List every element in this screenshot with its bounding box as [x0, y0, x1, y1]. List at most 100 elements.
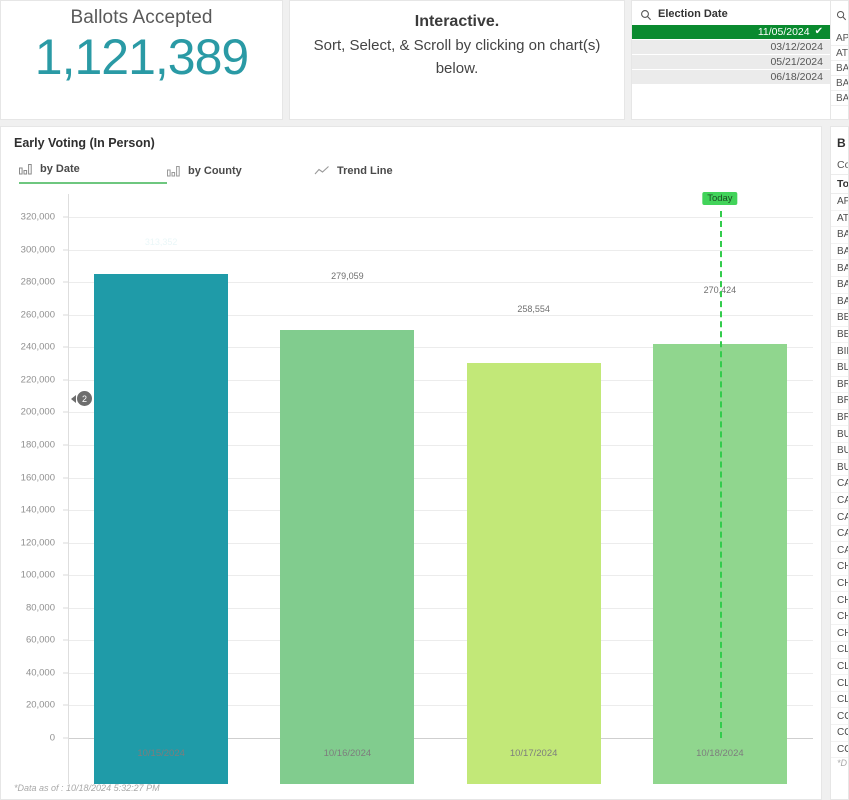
bar[interactable] [280, 329, 415, 784]
election-date-filter-title: Election Date [658, 8, 728, 20]
top-row: Ballots Accepted 1,121,389 Interactive. … [0, 0, 849, 122]
search-icon[interactable] [640, 8, 652, 21]
right-table-row[interactable]: BA [831, 260, 848, 277]
right-table-row[interactable]: CA [831, 493, 848, 510]
right-table-row[interactable]: CA [831, 509, 848, 526]
right-table-row[interactable]: CA [831, 542, 848, 560]
right-table-row[interactable]: CL [831, 692, 848, 709]
election-date-filter-header: Election Date [632, 1, 830, 25]
chart-panel-title: Early Voting (In Person) [14, 136, 155, 150]
right-filter-header [831, 1, 848, 31]
right-table-row[interactable]: CH [831, 576, 848, 593]
right-table-row[interactable]: BIE [831, 343, 848, 360]
today-badge: Today [702, 192, 738, 205]
bar[interactable] [466, 363, 601, 784]
y-axis-tick-label: 0 [49, 732, 55, 744]
right-table-row[interactable]: CL [831, 659, 848, 676]
check-icon: ✔ [814, 26, 823, 37]
right-table-row[interactable]: CO [831, 725, 848, 742]
right-table-row[interactable]: BU [831, 460, 848, 477]
right-filter-row[interactable]: BAI [831, 91, 848, 106]
right-table-row[interactable]: CL [831, 642, 848, 659]
kpi-card-ballots-accepted: Ballots Accepted 1,121,389 [0, 0, 283, 120]
bar-slot[interactable] [94, 230, 229, 784]
early-voting-chart-panel: Early Voting (In Person) by Date by Coun… [0, 126, 822, 800]
right-table-row[interactable]: BA [831, 244, 848, 261]
right-table-row[interactable]: BU [831, 426, 848, 443]
info-title: Interactive. [414, 13, 500, 30]
chart-footnote: *Data as of : 10/18/2024 5:32:27 PM [14, 783, 160, 793]
right-table-row[interactable]: BE [831, 310, 848, 327]
election-date-option-2[interactable]: 05/21/2024 [632, 55, 830, 70]
right-table-row[interactable]: CO [831, 708, 848, 725]
y-axis-tick-label: 20,000 [25, 699, 55, 711]
right-table-row[interactable]: BA [831, 227, 848, 244]
y-axis-tick-label: 300,000 [20, 244, 55, 256]
right-table-row-list[interactable]: APATIBABABABABABEBEBIEBLBRBRBRBUBUBUCACA… [831, 194, 848, 759]
right-table-row[interactable]: BE [831, 327, 848, 344]
y-axis-tick-label: 320,000 [20, 211, 55, 223]
right-table-footnote: *D [837, 758, 848, 769]
right-filter-row[interactable]: ATH [831, 46, 848, 61]
right-table-total-row: Tot [831, 175, 848, 194]
election-date-option-1[interactable]: 03/12/2024 [632, 40, 830, 55]
y-axis-tick-label: 200,000 [20, 406, 55, 418]
election-date-option-list[interactable]: 11/05/2024 ✔ 03/12/2024 05/21/2024 06/18… [632, 25, 830, 85]
election-date-option-0[interactable]: 11/05/2024 ✔ [632, 25, 830, 40]
y-axis-tick-label: 280,000 [20, 276, 55, 288]
line-chart-icon [314, 165, 330, 177]
y-axis-tick-label: 40,000 [25, 667, 55, 679]
right-table-row[interactable]: BA [831, 294, 848, 311]
right-table-row[interactable]: BR [831, 377, 848, 394]
right-table-column-county[interactable]: Co [831, 156, 848, 175]
right-table-row[interactable]: CA [831, 526, 848, 543]
election-date-option-3[interactable]: 06/18/2024 [632, 70, 830, 85]
tab-by-county[interactable]: by County [167, 165, 314, 184]
tab-by-date[interactable]: by Date [19, 163, 167, 184]
election-date-filter[interactable]: Election Date 11/05/2024 ✔ 03/12/2024 05… [631, 0, 831, 120]
bar[interactable] [94, 273, 229, 784]
right-table-row[interactable]: CL [831, 675, 848, 692]
right-table-row[interactable]: BA [831, 277, 848, 294]
bar-slot[interactable] [280, 230, 415, 784]
bar-chart-plot[interactable]: 2 0 20,000 40,000 60,000 80,000 100,000 120,00… [1, 184, 823, 784]
bar-series[interactable]: 313,352 279,059 258,554 270,424 [68, 184, 813, 784]
right-filter-row[interactable]: BAL [831, 76, 848, 91]
tab-trend-line[interactable]: Trend Line [314, 165, 393, 184]
y-axis-tick-label: 80,000 [25, 602, 55, 614]
search-icon[interactable] [836, 8, 847, 25]
right-table-row[interactable]: CH [831, 625, 848, 643]
right-county-filter-panel[interactable]: APPATHBACBALBAI [830, 0, 849, 120]
right-table-row[interactable]: CH [831, 592, 848, 609]
right-table-row[interactable]: CH [831, 559, 848, 576]
y-axis-tick-label: 160,000 [20, 472, 55, 483]
election-date-option-label: 11/05/2024 [757, 26, 810, 38]
y-axis-tick-label: 120,000 [20, 537, 55, 549]
right-table-row[interactable]: BR [831, 410, 848, 427]
right-table-row[interactable]: AP [831, 194, 848, 211]
right-ballots-table-panel[interactable]: B Co Tot APATIBABABABABABEBEBIEBLBRBRBRB… [830, 126, 849, 800]
right-table-row[interactable]: ATI [831, 211, 848, 228]
right-table-row[interactable]: BL [831, 360, 848, 377]
bar-chart-icon [167, 165, 181, 177]
right-table-row[interactable]: CH [831, 609, 848, 626]
right-filter-row[interactable]: APP [831, 31, 848, 46]
dashboard-root: Ballots Accepted 1,121,389 Interactive. … [0, 0, 849, 800]
y-axis-tick-label: 260,000 [20, 309, 55, 321]
tab-trend-line-label: Trend Line [337, 165, 393, 177]
right-filter-row[interactable]: BAC [831, 61, 848, 76]
y-axis-tick-label: 240,000 [20, 341, 55, 353]
chart-tab-bar[interactable]: by Date by County Trend Line [1, 150, 821, 184]
election-date-option-label: 06/18/2024 [770, 71, 823, 83]
x-axis-tick-label: 10/15/2024 [137, 748, 185, 759]
right-table-row[interactable]: BR [831, 393, 848, 410]
right-table-row[interactable]: CO [831, 742, 848, 759]
kpi-value: 1,121,389 [34, 29, 249, 85]
bar-chart-icon [19, 163, 33, 175]
info-body: Sort, Select, & Scroll by clicking on ch… [313, 37, 601, 77]
right-table-row[interactable]: CA [831, 476, 848, 493]
kpi-title: Ballots Accepted [70, 7, 213, 28]
right-table-row[interactable]: BU [831, 443, 848, 460]
right-filter-row-list[interactable]: APPATHBACBALBAI [831, 31, 848, 106]
x-axis-tick-label: 10/16/2024 [323, 748, 372, 759]
